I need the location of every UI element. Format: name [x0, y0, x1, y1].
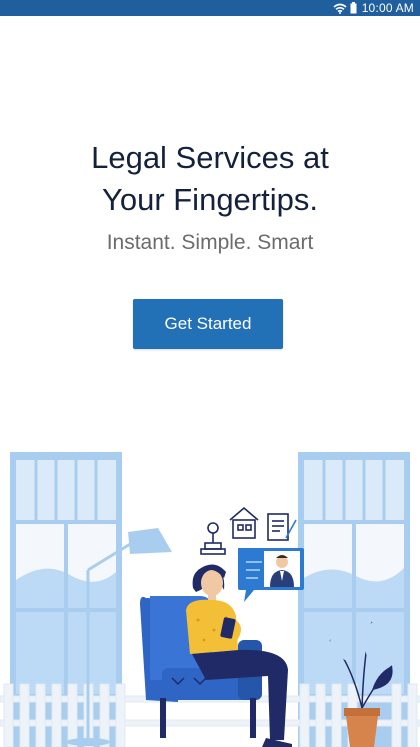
title-line-1: Legal Services at [91, 139, 329, 175]
tagline: Instant. Simple. Smart [106, 231, 314, 254]
contract-icon [267, 513, 297, 541]
title-line-2: Your Fingertips. [102, 181, 318, 217]
lawyer-avatar-icon [264, 551, 300, 587]
status-time: 10:00 AM [361, 1, 414, 15]
page-title: Legal Services at Your Fingertips. [0, 137, 420, 221]
wifi-icon [333, 3, 347, 14]
status-bar: 10:00 AM [0, 0, 420, 16]
stamp-icon [200, 522, 226, 555]
hero-illustration [0, 452, 420, 747]
battery-icon [350, 2, 357, 14]
house-document-icon [229, 506, 259, 539]
get-started-button[interactable]: Get Started [133, 299, 283, 349]
